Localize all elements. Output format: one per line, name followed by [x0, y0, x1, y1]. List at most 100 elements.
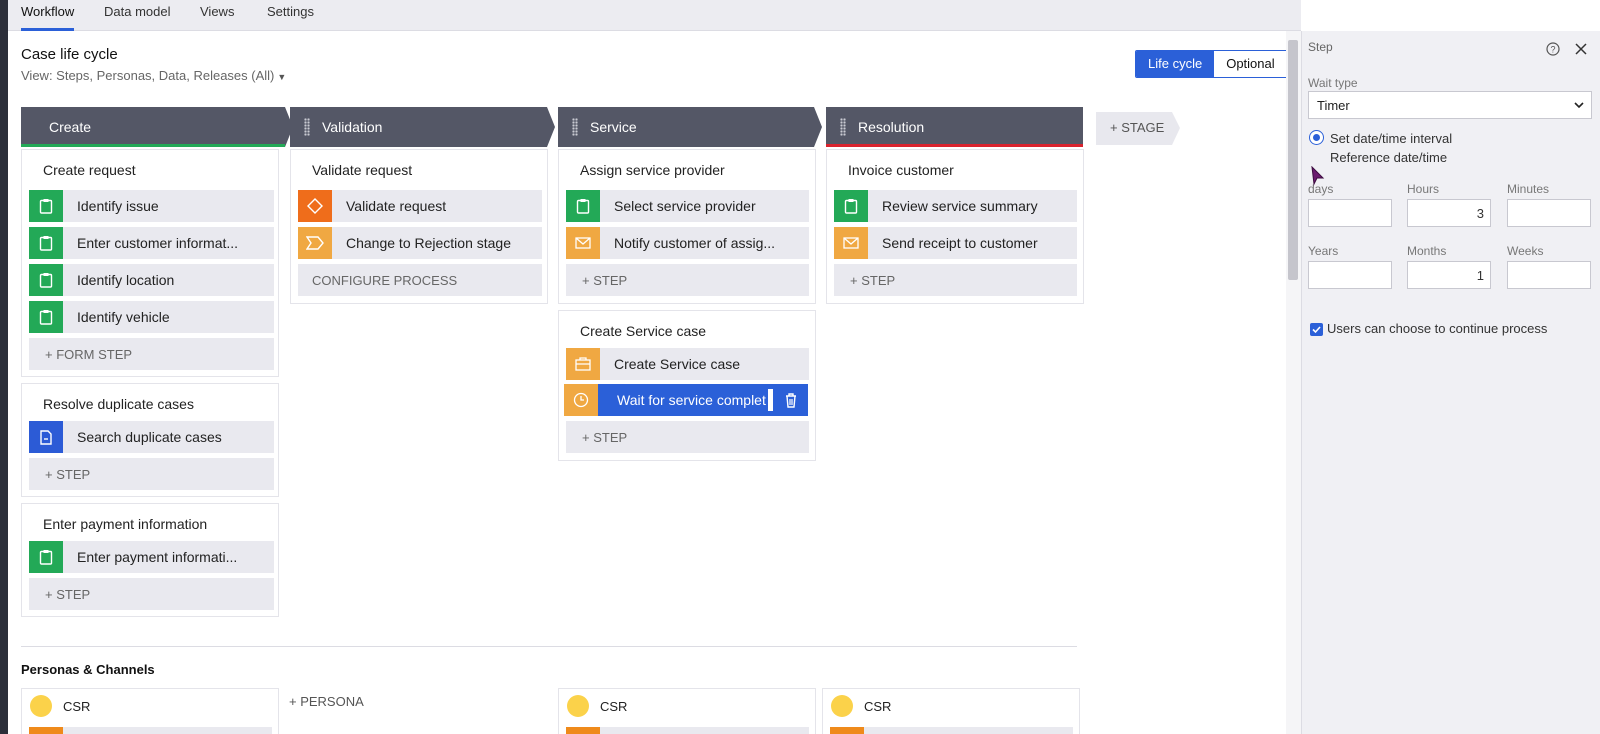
process-invoice-customer: Invoice customer Review service summary …	[826, 149, 1084, 304]
persona-avatar-icon	[831, 695, 853, 717]
envelope-icon	[566, 227, 600, 259]
channel-tile[interactable]	[830, 727, 864, 734]
step-review-summary[interactable]: Review service summary	[834, 190, 1077, 222]
help-icon[interactable]: ?	[1546, 42, 1560, 56]
wait-type-label: Wait type	[1308, 76, 1358, 90]
drag-handle-icon[interactable]	[304, 118, 310, 136]
step-name-input[interactable]: Wait for service complet	[614, 388, 774, 412]
persona-card[interactable]: CSR	[558, 688, 816, 734]
step-validate-request[interactable]: Validate request	[298, 190, 542, 222]
days-input[interactable]	[1308, 199, 1392, 227]
add-form-step-button[interactable]: + FORM STEP	[29, 338, 274, 370]
process-validate-request: Validate request Validate request Change…	[290, 149, 548, 304]
process-title[interactable]: Assign service provider	[580, 162, 725, 178]
step-label: Select service provider	[614, 198, 756, 214]
tab-views[interactable]: Views	[200, 4, 234, 31]
wait-type-select[interactable]: Timer	[1308, 91, 1592, 119]
stage-resolution[interactable]: Resolution	[826, 107, 1083, 147]
minutes-input[interactable]	[1507, 199, 1591, 227]
close-icon[interactable]	[1574, 42, 1588, 56]
step-identify-issue[interactable]: Identify issue	[29, 190, 274, 222]
persona-avatar-icon	[567, 695, 589, 717]
step-search-duplicates[interactable]: Search duplicate cases	[29, 421, 274, 453]
add-persona-button[interactable]: + PERSONA	[289, 694, 364, 709]
wait-type-value: Timer	[1317, 98, 1350, 113]
step-change-to-rejection[interactable]: Change to Rejection stage	[298, 227, 542, 259]
mouse-pointer-icon	[1311, 166, 1325, 186]
process-title[interactable]: Validate request	[312, 162, 412, 178]
years-label: Years	[1308, 244, 1339, 258]
step-select-provider[interactable]: Select service provider	[566, 190, 809, 222]
persona-name: CSR	[63, 699, 91, 714]
drag-handle-icon[interactable]	[572, 118, 578, 136]
step-enter-payment-info[interactable]: Enter payment informati...	[29, 541, 274, 573]
add-step-button[interactable]: + STEP	[834, 264, 1077, 296]
add-stage-button[interactable]: + STAGE	[1096, 112, 1172, 145]
weeks-input[interactable]	[1507, 261, 1591, 289]
stage-arrow	[814, 107, 822, 147]
years-input[interactable]	[1308, 261, 1392, 289]
drag-handle-icon[interactable]	[840, 118, 846, 136]
scrollbar-thumb[interactable]	[1288, 40, 1298, 280]
add-step-button[interactable]: + STEP	[566, 264, 809, 296]
configure-process-button[interactable]: CONFIGURE PROCESS	[298, 264, 542, 296]
decision-diamond-icon	[298, 190, 332, 222]
process-resolve-duplicates: Resolve duplicate cases Search duplicate…	[21, 383, 279, 497]
stage-validation[interactable]: Validation	[290, 107, 547, 147]
tab-workflow[interactable]: Workflow	[21, 4, 75, 31]
clock-icon	[564, 384, 598, 416]
left-edge-bar	[0, 0, 8, 734]
add-step-button[interactable]: + STEP	[566, 421, 809, 453]
stage-create[interactable]: Create	[21, 107, 285, 147]
step-send-receipt[interactable]: Send receipt to customer	[834, 227, 1077, 259]
channel-tile[interactable]	[566, 727, 600, 734]
step-identify-location[interactable]: Identify location	[29, 264, 274, 296]
continue-process-label: Users can choose to continue process	[1327, 321, 1548, 336]
hours-label: Hours	[1407, 182, 1440, 196]
process-title[interactable]: Invoice customer	[848, 162, 954, 178]
tab-settings[interactable]: Settings	[267, 4, 314, 31]
process-title[interactable]: Enter payment information	[43, 516, 207, 532]
months-input[interactable]: 1	[1407, 261, 1491, 289]
stage-label: Service	[590, 119, 637, 135]
radio-reference-label[interactable]: Reference date/time	[1330, 150, 1447, 165]
add-step-button[interactable]: + STEP	[29, 578, 274, 610]
step-notify-customer[interactable]: Notify customer of assig...	[566, 227, 809, 259]
channel-bar	[830, 727, 1073, 734]
trash-icon[interactable]	[782, 391, 800, 409]
tab-data-model[interactable]: Data model	[104, 4, 170, 31]
step-label: Identify location	[77, 272, 175, 288]
page-title: Case life cycle	[21, 46, 118, 63]
step-label: Validate request	[346, 198, 447, 214]
hours-input[interactable]: 3	[1407, 199, 1491, 227]
persona-avatar-icon	[30, 695, 52, 717]
clipboard-icon	[834, 190, 868, 222]
step-enter-customer-info[interactable]: Enter customer informat...	[29, 227, 274, 259]
life-cycle-button[interactable]: Life cycle	[1136, 51, 1215, 77]
add-stage-label: + STAGE	[1110, 120, 1165, 135]
step-identify-vehicle[interactable]: Identify vehicle	[29, 301, 274, 333]
persona-card[interactable]: CSR	[21, 688, 279, 734]
step-create-service-case[interactable]: Create Service case	[566, 348, 809, 380]
stage-label: Validation	[322, 119, 383, 135]
add-step-label: + STEP	[582, 430, 628, 445]
stage-arrow	[547, 107, 555, 147]
persona-name: CSR	[600, 699, 628, 714]
channel-bar	[29, 727, 272, 734]
continue-process-checkbox[interactable]	[1310, 323, 1323, 336]
process-title[interactable]: Create Service case	[580, 323, 706, 339]
stage-service[interactable]: Service	[558, 107, 814, 147]
step-wait-selected[interactable]: Wait for service complet	[564, 384, 808, 416]
process-title[interactable]: Resolve duplicate cases	[43, 396, 194, 412]
persona-card[interactable]: CSR	[822, 688, 1080, 734]
process-title[interactable]: Create request	[43, 162, 136, 178]
weeks-label: Weeks	[1507, 244, 1544, 258]
persona-name: CSR	[864, 699, 892, 714]
view-filter[interactable]: View: Steps, Personas, Data, Releases (A…	[21, 68, 286, 83]
case-icon	[566, 348, 600, 380]
channel-tile[interactable]	[29, 727, 63, 734]
add-step-button[interactable]: + STEP	[29, 458, 274, 490]
stage-label: Resolution	[858, 119, 925, 135]
step-label: Search duplicate cases	[77, 429, 222, 445]
radio-set-interval[interactable]	[1309, 130, 1324, 145]
